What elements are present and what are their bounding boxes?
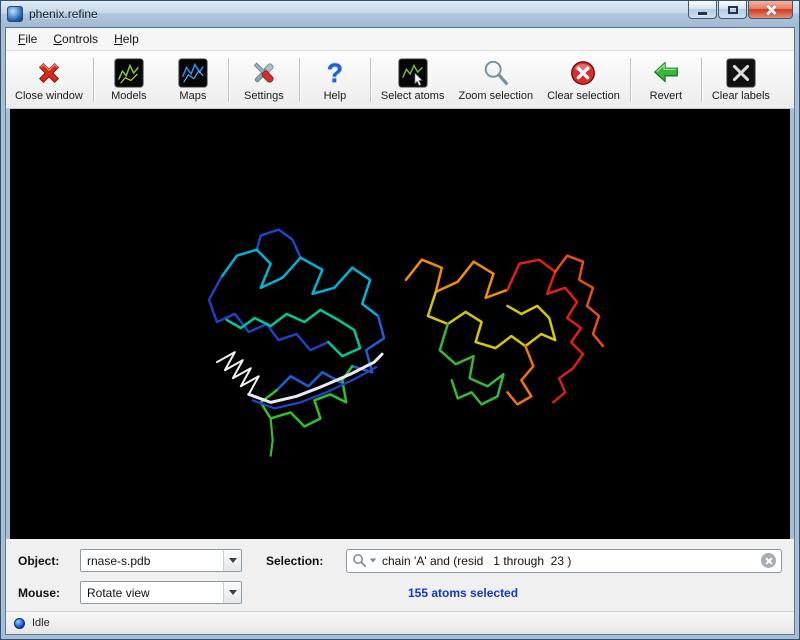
toolbar-button-models[interactable]: Models [97, 54, 161, 106]
select-atoms-icon [397, 57, 429, 89]
close-button[interactable] [748, 1, 793, 19]
help-icon: ? [319, 57, 351, 89]
object-dropdown[interactable]: rnase-s.pdb [80, 549, 242, 572]
toolbar-label: Revert [650, 90, 682, 102]
toolbar-label: Settings [244, 90, 284, 102]
menu-controls[interactable]: Controls [45, 29, 106, 49]
menu-help[interactable]: Help [106, 29, 147, 49]
maximize-icon [728, 6, 738, 14]
close-window-icon [33, 57, 65, 89]
toolbar-button-close-window[interactable]: Close window [8, 54, 90, 106]
toolbar-button-clear-selection[interactable]: Clear selection [540, 54, 627, 106]
dropdown-arrow-icon [223, 582, 241, 603]
maps-icon [177, 57, 209, 89]
statusbar: Idle [6, 611, 794, 634]
toolbar-label: Clear selection [547, 90, 620, 102]
clear-selection-icon [567, 57, 599, 89]
search-icon[interactable] [352, 553, 377, 568]
toolbar-label: Help [324, 90, 347, 102]
selection-label: Selection: [266, 554, 346, 568]
toolbar-button-settings[interactable]: Settings [232, 54, 296, 106]
toolbar-button-maps[interactable]: Maps [161, 54, 225, 106]
titlebar: phenix.refine [1, 1, 799, 27]
toolbar: Close window Models [6, 51, 794, 109]
toolbar-button-select-atoms[interactable]: Select atoms [374, 54, 452, 106]
revert-icon [650, 57, 682, 89]
toolbar-label: Zoom selection [458, 90, 533, 102]
toolbar-label: Close window [15, 90, 83, 102]
selection-input[interactable]: chain 'A' and (resid 1 through 23 ) [346, 549, 782, 573]
toolbar-label: Models [111, 90, 146, 102]
molecule-render [10, 109, 790, 539]
clear-labels-icon [725, 57, 757, 89]
toolbar-button-revert[interactable]: Revert [634, 54, 698, 106]
status-text: Idle [32, 617, 50, 629]
toolbar-label: Select atoms [381, 90, 445, 102]
mouse-label: Mouse: [18, 586, 80, 600]
toolbar-label: Maps [179, 90, 206, 102]
settings-icon [248, 57, 280, 89]
minimize-icon [698, 12, 707, 15]
object-row: Object: rnase-s.pdb Selection: chain 'A'… [18, 548, 782, 573]
toolbar-separator [370, 58, 371, 102]
toolbar-separator [228, 58, 229, 102]
toolbar-separator [630, 58, 631, 102]
toolbar-button-help[interactable]: ? Help [303, 54, 367, 106]
mouse-mode-value: Rotate view [81, 586, 223, 600]
window-title: phenix.refine [29, 7, 98, 21]
menubar: File Controls Help [6, 28, 794, 51]
molecule-viewport[interactable] [6, 109, 794, 539]
toolbar-separator [701, 58, 702, 102]
object-value: rnase-s.pdb [81, 554, 223, 568]
app-icon [7, 6, 23, 22]
controls-panel: Object: rnase-s.pdb Selection: chain 'A'… [6, 539, 794, 611]
toolbar-separator [299, 58, 300, 102]
window-content: File Controls Help Close window [5, 27, 795, 635]
app-window: phenix.refine File Controls Help Cl [0, 0, 800, 640]
mouse-mode-dropdown[interactable]: Rotate view [80, 581, 242, 604]
atoms-selected-text: 155 atoms selected [408, 586, 518, 600]
toolbar-button-clear-labels[interactable]: Clear labels [705, 54, 777, 106]
window-controls [687, 1, 793, 19]
close-icon [765, 4, 777, 16]
clear-input-icon[interactable] [761, 553, 776, 568]
maximize-button[interactable] [718, 1, 747, 19]
minimize-button[interactable] [688, 1, 717, 19]
object-label: Object: [18, 554, 80, 568]
mouse-row: Mouse: Rotate view 155 atoms selected [18, 580, 782, 605]
toolbar-separator [93, 58, 94, 102]
toolbar-button-zoom-selection[interactable]: Zoom selection [451, 54, 540, 106]
models-icon [113, 57, 145, 89]
status-led-icon [14, 618, 25, 629]
selection-value: chain 'A' and (resid 1 through 23 ) [382, 554, 761, 568]
toolbar-label: Clear labels [712, 90, 770, 102]
zoom-selection-icon [480, 57, 512, 89]
menu-file[interactable]: File [10, 29, 45, 49]
dropdown-arrow-icon [223, 550, 241, 571]
